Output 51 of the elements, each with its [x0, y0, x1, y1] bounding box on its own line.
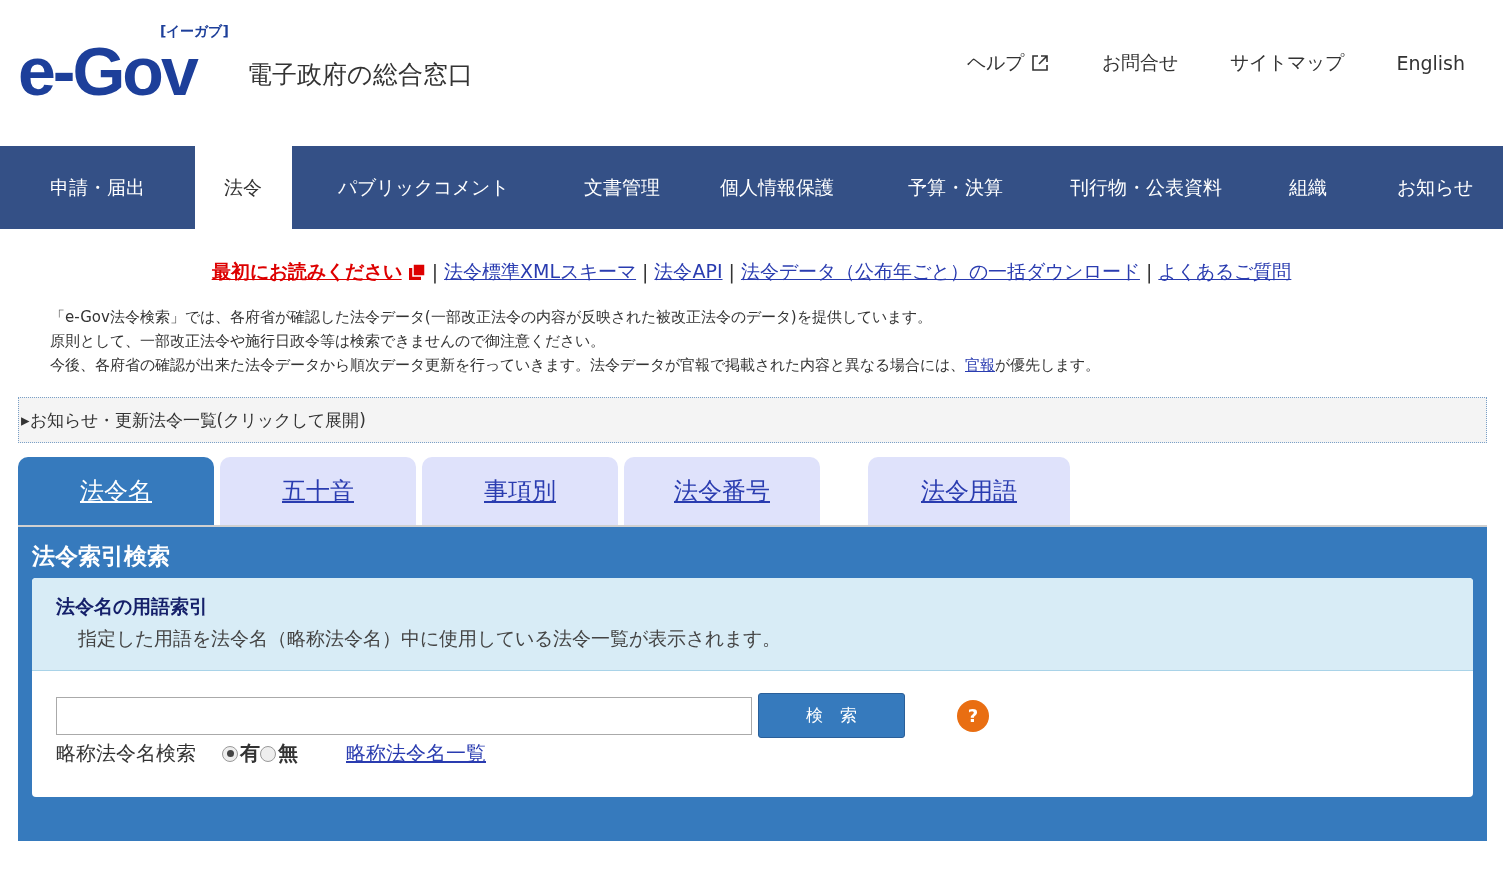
- nav-tab[interactable]: 個人情報保護: [688, 146, 867, 229]
- nav-tab[interactable]: 組織: [1247, 146, 1368, 229]
- site-tagline: 電子政府の総合窓口: [246, 58, 473, 91]
- radio-button[interactable]: [260, 745, 276, 762]
- nav-tab[interactable]: お知らせ: [1367, 146, 1503, 229]
- nav-tab[interactable]: 申請・届出: [0, 146, 196, 229]
- radio-option[interactable]: 無: [260, 740, 298, 767]
- triangle-icon: ▸: [21, 410, 30, 430]
- notice-text: 今後、各府省の確認が出来た法令データから順次データ更新を行っていきます。法令データが官報で掲載された内容と異なる場合には、官報が優先します。: [50, 355, 1101, 376]
- logo-wordmark: e-Gov: [18, 41, 196, 103]
- nav-tab[interactable]: パブリックコメント: [291, 146, 556, 229]
- info-link[interactable]: よくあるご質問: [1158, 259, 1292, 285]
- windows-icon: [407, 263, 426, 281]
- panel-title: 法令索引検索: [32, 542, 171, 571]
- search-tab[interactable]: 法令用語: [868, 457, 1070, 525]
- notice-text: 原則として、一部改正法令や施行日政令等は検索できませんので御注意ください。: [50, 331, 606, 352]
- info-link[interactable]: 法令標準XMLスキーマ: [444, 259, 637, 285]
- info-link[interactable]: 法令API: [654, 259, 723, 285]
- radio-option[interactable]: 有: [222, 740, 260, 767]
- link-separator: |: [1145, 261, 1153, 283]
- radio-button[interactable]: [222, 745, 238, 762]
- gazette-link[interactable]: 官報: [965, 356, 995, 374]
- search-field[interactable]: [56, 696, 752, 735]
- search-tab[interactable]: 事項別: [422, 457, 618, 525]
- header-link[interactable]: サイトマップ: [1230, 50, 1345, 76]
- nav-tab[interactable]: 法令: [195, 146, 292, 229]
- nav-tab[interactable]: 刊行物・公表資料: [1044, 146, 1248, 229]
- header-link[interactable]: お問合せ: [1102, 50, 1179, 76]
- logo-reading: [イーガブ]: [160, 23, 229, 42]
- nav-tab[interactable]: 予算・決算: [866, 146, 1045, 229]
- link-separator: |: [431, 261, 439, 283]
- info-link[interactable]: 最初にお読みください: [211, 259, 426, 285]
- option-label: 略称法令名検索: [56, 740, 196, 767]
- search-tab[interactable]: 法令名: [18, 457, 214, 525]
- nav-tab[interactable]: 文書管理: [555, 146, 689, 229]
- abbreviation-list-link[interactable]: 略称法令名一覧: [346, 740, 486, 767]
- header-link[interactable]: ヘルプ: [967, 50, 1051, 76]
- search-button[interactable]: 検 索: [758, 693, 905, 738]
- info-link[interactable]: 法令データ（公布年ごと）の一括ダウンロード: [740, 259, 1140, 285]
- link-separator: |: [728, 261, 735, 283]
- card-heading: 法令名の用語索引: [56, 594, 209, 619]
- notice-text: 「e-Gov法令検索」では、各府省が確認した法令データ(一部改正法令の内容が反映された被改正法令のデータ)を提供しています。: [50, 307, 933, 328]
- link-separator: |: [642, 261, 649, 283]
- expander-label: お知らせ・更新法令一覧(クリックして展開): [29, 408, 366, 432]
- external-link-icon: [1030, 53, 1051, 73]
- card-description: 指定した用語を法令名（略称法令名）中に使用している法令一覧が表示されます。: [77, 626, 782, 651]
- e-gov-logo[interactable]: [イーガブ] e-Gov: [18, 23, 229, 103]
- search-tab[interactable]: 五十音: [220, 457, 416, 525]
- search-tab[interactable]: 法令番号: [624, 457, 820, 525]
- news-expander[interactable]: ▸お知らせ・更新法令一覧(クリックして展開): [18, 397, 1487, 443]
- header-link[interactable]: English: [1396, 52, 1465, 74]
